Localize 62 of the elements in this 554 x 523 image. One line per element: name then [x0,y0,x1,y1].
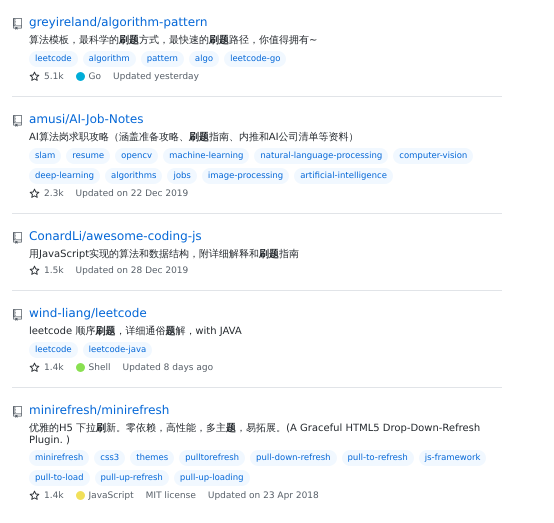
topic-tag[interactable]: pull-down-refresh [250,450,337,466]
star-count: 1.4k [44,490,64,500]
topic-tag[interactable]: leetcode-go [224,51,286,67]
updated-text: Updated 8 days ago [122,362,214,372]
topic-tag[interactable]: algo [188,51,220,67]
topic-tag[interactable]: themes [130,450,174,466]
repo-description: AI算法岗求职攻略（涵盖准备攻略、刷题指南、内推和AI公司清单等资料） [29,130,360,144]
topic-tag[interactable]: slam [29,148,62,164]
star-count: 2.3k [44,188,64,198]
topic-tag[interactable]: css3 [94,450,126,466]
topic-tag[interactable]: pulltorefresh [179,450,246,466]
star-icon [29,188,40,199]
updated-text: Updated yesterday [113,72,199,82]
topic-tag[interactable]: leetcode-java [82,342,152,358]
language-name: JavaScript [88,490,134,500]
star-count: 1.4k [44,362,64,372]
repo-icon [12,18,23,30]
repo-icon [12,232,23,244]
star-icon [29,490,40,501]
repo-description: leetcode 顺序刷题，详细通俗题解，with JAVA [29,324,243,338]
updated-text: Updated on 22 Dec 2019 [76,188,188,198]
language-name: Go [88,72,102,82]
updated-text: Updated on 28 Dec 2019 [76,266,188,276]
repo-description: 优雅的H5 下拉刷新。零依赖，高性能，多主题，易拓展。(A Graceful HTML5 Drop-Down-Refresh Plugin. ) [29,422,482,446]
license-text: MIT license [146,490,196,500]
repo-icon [12,115,23,127]
star-icon [29,265,40,276]
topic-tag[interactable]: machine-learning [163,148,250,164]
topic-tag[interactable]: artificial-intelligence [294,168,393,184]
topic-tag[interactable]: pull-to-load [29,470,90,486]
star-count: 1.5k [44,266,64,276]
topic-tag[interactable]: pattern [140,51,184,67]
repo-link[interactable]: ConardLi/awesome-coding-js [29,229,202,243]
language-name: Shell [88,362,110,372]
topic-tag[interactable]: pull-up-refresh [94,470,169,486]
topic-tag[interactable]: leetcode [29,342,78,358]
topic-tag[interactable]: pull-to-refresh [342,450,414,466]
repo-icon [12,406,23,418]
repo-description: 用JavaScript实现的算法和数据结构，附详细解释和刷题指南 [29,248,300,261]
star-icon [29,362,40,373]
repo-description: 算法模板，最科学的刷题方式，最快速的刷题路径，你值得拥有~ [29,34,318,47]
topic-tag[interactable]: leetcode [29,51,78,67]
repo-link[interactable]: minirefresh/minirefresh [29,403,170,417]
topic-tag[interactable]: opencv [115,148,158,164]
topic-tag[interactable]: algorithm [82,51,136,67]
topic-tag[interactable]: natural-language-processing [254,148,388,164]
repo-link[interactable]: wind-liang/leetcode [29,306,147,320]
topic-tag[interactable]: jobs [167,168,197,184]
topic-tag[interactable]: resume [66,148,110,164]
topic-tag[interactable]: algorithms [105,168,162,184]
topic-tag[interactable]: computer-vision [393,148,474,164]
topic-tag[interactable]: image-processing [202,168,290,184]
repo-link[interactable]: greyireland/algorithm-pattern [29,15,208,29]
updated-text: Updated on 23 Apr 2018 [208,490,319,500]
topic-tag[interactable]: minirefresh [29,450,90,466]
star-count: 5.1k [44,72,64,82]
repo-link[interactable]: amusi/AI-Job-Notes [29,112,144,126]
topic-tag[interactable]: pull-up-loading [174,470,250,486]
repo-icon [12,309,23,321]
star-icon [29,71,40,82]
topic-tag[interactable]: js-framework [418,450,486,466]
topic-tag[interactable]: deep-learning [29,168,100,184]
